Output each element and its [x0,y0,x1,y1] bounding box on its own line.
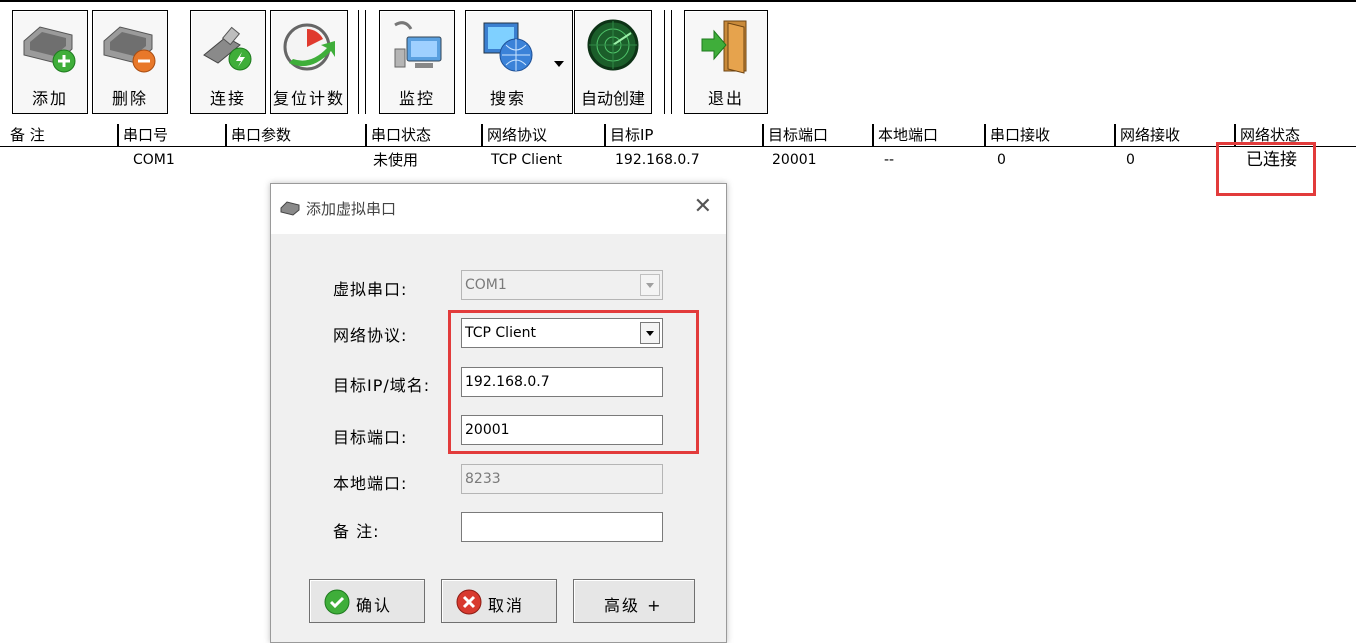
dialog-titlebar: 添加虚拟串口 ✕ [271,184,726,234]
close-icon[interactable]: ✕ [694,196,712,218]
column-params[interactable]: 串口参数 [225,124,365,146]
cell-net-rx: 0 [1126,152,1135,168]
virtual-port-value: COM1 [465,277,507,293]
toolbar-separator [664,10,665,114]
serial-add-icon [23,26,76,73]
exit-button[interactable]: 退出 [684,10,768,114]
cancel-icon [456,589,482,615]
column-port[interactable]: 串口号 [117,124,225,146]
delete-button-label: 删除 [111,89,148,108]
serial-delete-icon [103,26,156,73]
reset-count-button-label: 复位计数 [272,89,345,108]
toolbar-separator [671,10,672,114]
network-plug-icon [203,26,252,71]
highlight-box-status [1216,142,1316,196]
column-protocol[interactable]: 网络协议 [481,124,604,146]
column-serial-rx[interactable]: 串口接收 [984,124,1114,146]
reset-count-button[interactable]: 复位计数 [270,10,348,114]
toolbar-separator [365,10,366,114]
cell-local-port: -- [884,152,895,168]
target-ip-label: 目标IP/域名: [333,376,431,395]
add-button-label: 添加 [31,89,68,108]
dialog-title: 添加虚拟串口 [306,200,397,218]
local-port-input: 8233 [461,464,663,494]
network-search-icon [483,22,533,72]
check-icon [324,589,350,615]
search-button-label: 搜索 [489,89,526,108]
serial-port-icon [280,201,300,216]
column-remark[interactable]: 备 注 [0,124,117,146]
exit-button-label: 退出 [707,89,744,108]
connect-button-label: 连接 [209,89,246,108]
monitor-button-label: 监控 [398,89,435,108]
remark-label: 备 注: [333,522,380,541]
radar-icon [587,19,639,71]
reset-timer-icon [283,23,335,71]
confirm-button[interactable]: 确认 [309,579,425,623]
auto-create-button[interactable]: 自动创建 [574,10,652,114]
column-local-port[interactable]: 本地端口 [872,124,984,146]
delete-button[interactable]: 删除 [92,10,168,114]
monitor-icon [394,21,442,68]
column-target-port[interactable]: 目标端口 [762,124,872,146]
cell-status: 未使用 [373,151,419,169]
cell-target-ip: 192.168.0.7 [615,152,700,168]
auto-create-button-label: 自动创建 [580,89,645,108]
local-port-label: 本地端口: [333,474,408,493]
column-status[interactable]: 串口状态 [365,124,481,146]
virtual-port-label: 虚拟串口: [333,280,408,299]
confirm-button-label: 确认 [356,596,393,615]
column-target-ip[interactable]: 目标IP [604,124,762,146]
target-port-label: 目标端口: [333,428,408,447]
exit-door-icon [701,20,747,74]
chevron-down-icon [640,274,660,296]
port-list-header: 备 注 串口号 串口参数 串口状态 网络协议 目标IP 目标端口 本地端口 串口… [0,124,1356,147]
add-button[interactable]: 添加 [12,10,88,114]
cell-serial-rx: 0 [997,152,1006,168]
advanced-button-label: 高级 + [604,596,663,615]
search-dropdown-icon[interactable] [554,61,564,67]
table-row[interactable]: COM1 未使用 TCP Client 192.168.0.7 20001 --… [0,148,1356,172]
virtual-port-select: COM1 [461,270,663,300]
monitor-button[interactable]: 监控 [379,10,455,114]
protocol-label: 网络协议: [333,326,408,345]
search-button[interactable]: 搜索 [465,10,573,114]
cell-port: COM1 [133,152,175,168]
remark-input[interactable] [461,512,663,542]
cell-protocol: TCP Client [491,152,562,168]
cancel-button-label: 取消 [488,596,525,615]
toolbar-separator [358,10,359,114]
advanced-button[interactable]: 高级 + [573,579,695,623]
highlight-box-settings [448,310,699,454]
cell-target-port: 20001 [772,152,817,168]
connect-button[interactable]: 连接 [190,10,266,114]
toolbar: 添加 删除 连接 复位计数 监控 搜索 自动创建 退出 [0,2,1356,120]
cancel-button[interactable]: 取消 [441,579,557,623]
